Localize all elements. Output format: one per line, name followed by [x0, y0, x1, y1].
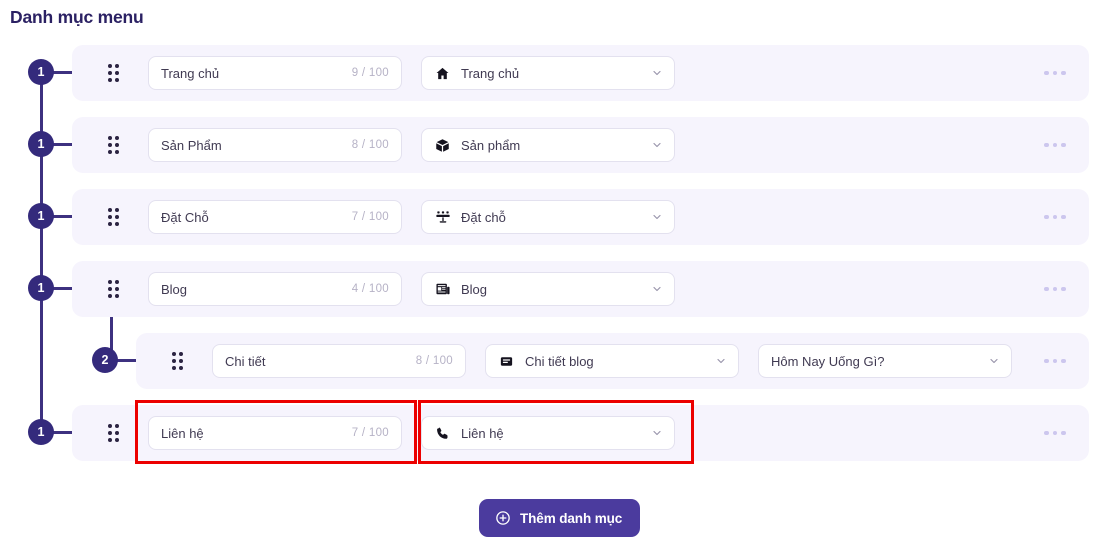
char-counter: 8 / 100	[415, 355, 453, 367]
drag-handle-icon[interactable]	[96, 261, 130, 317]
menu-name-input-dat-cho[interactable]: Đặt Chỗ 7 / 100	[148, 200, 402, 234]
row-more-menu[interactable]	[1041, 207, 1069, 227]
chevron-down-icon	[651, 211, 663, 223]
table-seats-icon	[434, 209, 451, 226]
char-counter: 7 / 100	[351, 427, 389, 439]
row-more-menu[interactable]	[1041, 351, 1069, 371]
row-more-menu[interactable]	[1041, 279, 1069, 299]
menu-name-input-chi-tiet[interactable]: Chi tiết 8 / 100	[212, 344, 466, 378]
home-icon	[434, 65, 451, 82]
menu-row-lien-he[interactable]: Liên hệ 7 / 100 Liên hệ	[72, 405, 1089, 461]
chevron-down-icon	[651, 67, 663, 79]
blog-post-select-label: Hôm Nay Uống Gì?	[771, 353, 885, 369]
menu-row-blog[interactable]: Blog 4 / 100 Blog	[72, 261, 1089, 317]
page-select-chi-tiet[interactable]: Chi tiết blog	[485, 344, 739, 378]
page-select-label: Blog	[461, 281, 488, 297]
char-counter: 4 / 100	[351, 283, 389, 295]
level-badge-row-4[interactable]: 1	[28, 275, 54, 301]
page-select-label: Sản phẩm	[461, 137, 521, 153]
drag-handle-icon[interactable]	[96, 117, 130, 173]
char-counter: 8 / 100	[351, 139, 389, 151]
level-badge-row-3[interactable]: 1	[28, 203, 54, 229]
menu-name-input-trang-chu[interactable]: Trang chủ 9 / 100	[148, 56, 402, 90]
menu-name-value: Liên hệ	[161, 425, 204, 441]
row-more-menu[interactable]	[1041, 63, 1069, 83]
page-select-label: Trang chủ	[461, 65, 520, 81]
plus-circle-icon	[494, 510, 511, 527]
page-select-blog[interactable]: Blog	[421, 272, 675, 306]
row-more-menu[interactable]	[1041, 135, 1069, 155]
chevron-down-icon	[651, 283, 663, 295]
box-icon	[434, 137, 451, 154]
page-select-lien-he[interactable]: Liên hệ	[421, 416, 675, 450]
char-counter: 7 / 100	[351, 211, 389, 223]
drag-handle-icon[interactable]	[96, 189, 130, 245]
menu-category-page: Danh mục menu 1 1 1 1 2 1 Trang chủ 9 / …	[0, 0, 1097, 539]
menu-row-trang-chu[interactable]: Trang chủ 9 / 100 Trang chủ	[72, 45, 1089, 101]
add-category-button[interactable]: Thêm danh mục	[479, 499, 641, 537]
page-select-label: Đặt chỗ	[461, 209, 506, 225]
menu-row-dat-cho[interactable]: Đặt Chỗ 7 / 100 Đặt chỗ	[72, 189, 1089, 245]
page-select-label: Chi tiết blog	[525, 353, 594, 369]
level-badge-row-5[interactable]: 2	[92, 347, 118, 373]
menu-name-value: Sản Phẩm	[161, 137, 222, 153]
page-select-dat-cho[interactable]: Đặt chỗ	[421, 200, 675, 234]
tree-trunk-main	[40, 72, 43, 433]
level-badge-row-1[interactable]: 1	[28, 59, 54, 85]
chevron-down-icon	[988, 355, 1000, 367]
drag-handle-icon[interactable]	[160, 333, 194, 389]
drag-handle-icon[interactable]	[96, 45, 130, 101]
menu-name-input-lien-he[interactable]: Liên hệ 7 / 100	[148, 416, 402, 450]
menu-name-value: Đặt Chỗ	[161, 209, 209, 225]
article-icon	[498, 353, 515, 370]
blog-post-select-chi-tiet[interactable]: Hôm Nay Uống Gì?	[758, 344, 1012, 378]
page-select-label: Liên hệ	[461, 425, 504, 441]
chevron-down-icon	[651, 139, 663, 151]
menu-name-input-blog[interactable]: Blog 4 / 100	[148, 272, 402, 306]
chevron-down-icon	[715, 355, 727, 367]
newspaper-icon	[434, 281, 451, 298]
page-select-san-pham[interactable]: Sản phẩm	[421, 128, 675, 162]
char-counter: 9 / 100	[351, 67, 389, 79]
level-badge-row-2[interactable]: 1	[28, 131, 54, 157]
drag-handle-icon[interactable]	[96, 405, 130, 461]
phone-icon	[434, 425, 451, 442]
menu-row-chi-tiet[interactable]: Chi tiết 8 / 100 Chi tiết blog Hôm Nay U…	[136, 333, 1089, 389]
page-title: Danh mục menu	[10, 7, 144, 27]
menu-name-value: Blog	[161, 281, 188, 297]
level-badge-row-6[interactable]: 1	[28, 419, 54, 445]
menu-name-value: Trang chủ	[161, 65, 220, 81]
chevron-down-icon	[651, 427, 663, 439]
menu-row-san-pham[interactable]: Sản Phẩm 8 / 100 Sản phẩm	[72, 117, 1089, 173]
row-more-menu[interactable]	[1041, 423, 1069, 443]
add-category-label: Thêm danh mục	[520, 510, 623, 526]
menu-name-input-san-pham[interactable]: Sản Phẩm 8 / 100	[148, 128, 402, 162]
menu-name-value: Chi tiết	[225, 353, 266, 369]
page-select-trang-chu[interactable]: Trang chủ	[421, 56, 675, 90]
